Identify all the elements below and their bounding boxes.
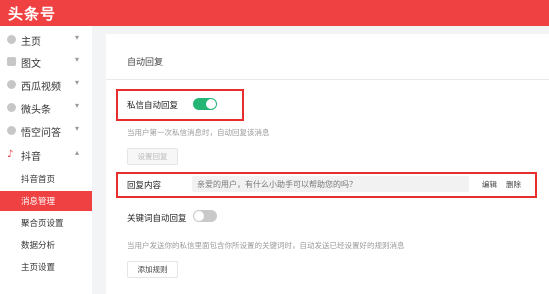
keyword-reply-label: 关键词自动回复 [127, 214, 187, 224]
toggle-knob [194, 211, 204, 221]
sidebar-subitem-message-management[interactable]: 消息管理 [0, 191, 92, 211]
sidebar-item-video[interactable]: 西瓜视频 ▾ [0, 75, 92, 95]
qa-icon [7, 126, 16, 135]
douyin-icon: ♪ [7, 149, 14, 160]
sidebar-subitem-label: 抖音首页 [21, 175, 56, 185]
top-bar: 头条号 [0, 0, 549, 26]
sidebar-item-label: 图文 [21, 59, 41, 70]
keyword-reply-hint: 当用户发送你的私信里面包含你所设置的关键词时，自动发送已经设置好的规则消息 [127, 241, 405, 250]
chevron-up-icon: ▴ [75, 148, 80, 157]
chevron-down-icon: ▾ [75, 33, 80, 42]
private-reply-hint: 当用户第一次私信消息时，自动回复该消息 [127, 128, 270, 137]
sidebar-subitem-label: 主页设置 [21, 263, 56, 273]
micro-post-icon [7, 103, 16, 112]
highlight-box-reply-content [116, 172, 537, 198]
sidebar-item-label: 抖音 [21, 152, 41, 163]
app-logo[interactable]: 头条号 [8, 3, 56, 24]
sidebar-item-label: 微头条 [21, 105, 51, 116]
add-rule-button[interactable]: 添加规则 [127, 261, 178, 278]
article-icon [7, 57, 16, 66]
sidebar-subitem-homepage-settings[interactable]: 主页设置 [0, 257, 92, 277]
sidebar-subitem-aggregate-page[interactable]: 聚合页设置 [0, 213, 92, 233]
sidebar-subitem-label: 数据分析 [21, 241, 56, 251]
video-icon [7, 80, 16, 89]
sidebar: 主页 ▾ 图文 ▾ 西瓜视频 ▾ 微头条 ▾ 悟空问答 ▾ ♪ 抖音 ▴ 抖音首… [0, 26, 92, 294]
chevron-down-icon: ▾ [75, 78, 80, 87]
sidebar-subitem-label: 聚合页设置 [21, 219, 64, 229]
sidebar-item-home[interactable]: 主页 ▾ [0, 30, 92, 50]
sidebar-subitem-data-analysis[interactable]: 数据分析 [0, 235, 92, 255]
keyword-reply-toggle[interactable] [193, 210, 217, 222]
sidebar-item-article[interactable]: 图文 ▾ [0, 52, 92, 72]
highlight-box-private-reply [116, 89, 244, 121]
sidebar-item-label: 悟空问答 [21, 128, 61, 139]
chevron-down-icon: ▾ [75, 101, 80, 110]
sidebar-item-label: 西瓜视频 [21, 82, 61, 93]
sidebar-item-micro-post[interactable]: 微头条 ▾ [0, 98, 92, 118]
chevron-down-icon: ▾ [75, 124, 80, 133]
home-icon [7, 35, 16, 44]
sidebar-subitem-douyin-home[interactable]: 抖音首页 [0, 169, 92, 189]
sidebar-subitem-label: 消息管理 [21, 197, 56, 207]
main-panel: 自动回复 私信自动回复 当用户第一次私信消息时，自动回复该消息 设置回复 回复内… [106, 34, 549, 294]
setup-reply-button[interactable]: 设置回复 [127, 148, 178, 165]
sidebar-item-qa[interactable]: 悟空问答 ▾ [0, 121, 92, 141]
chevron-down-icon: ▾ [75, 55, 80, 64]
sidebar-item-douyin[interactable]: ♪ 抖音 ▴ [0, 145, 92, 165]
page-title: 自动回复 [127, 58, 164, 68]
divider [106, 79, 549, 80]
sidebar-item-label: 主页 [21, 37, 41, 48]
